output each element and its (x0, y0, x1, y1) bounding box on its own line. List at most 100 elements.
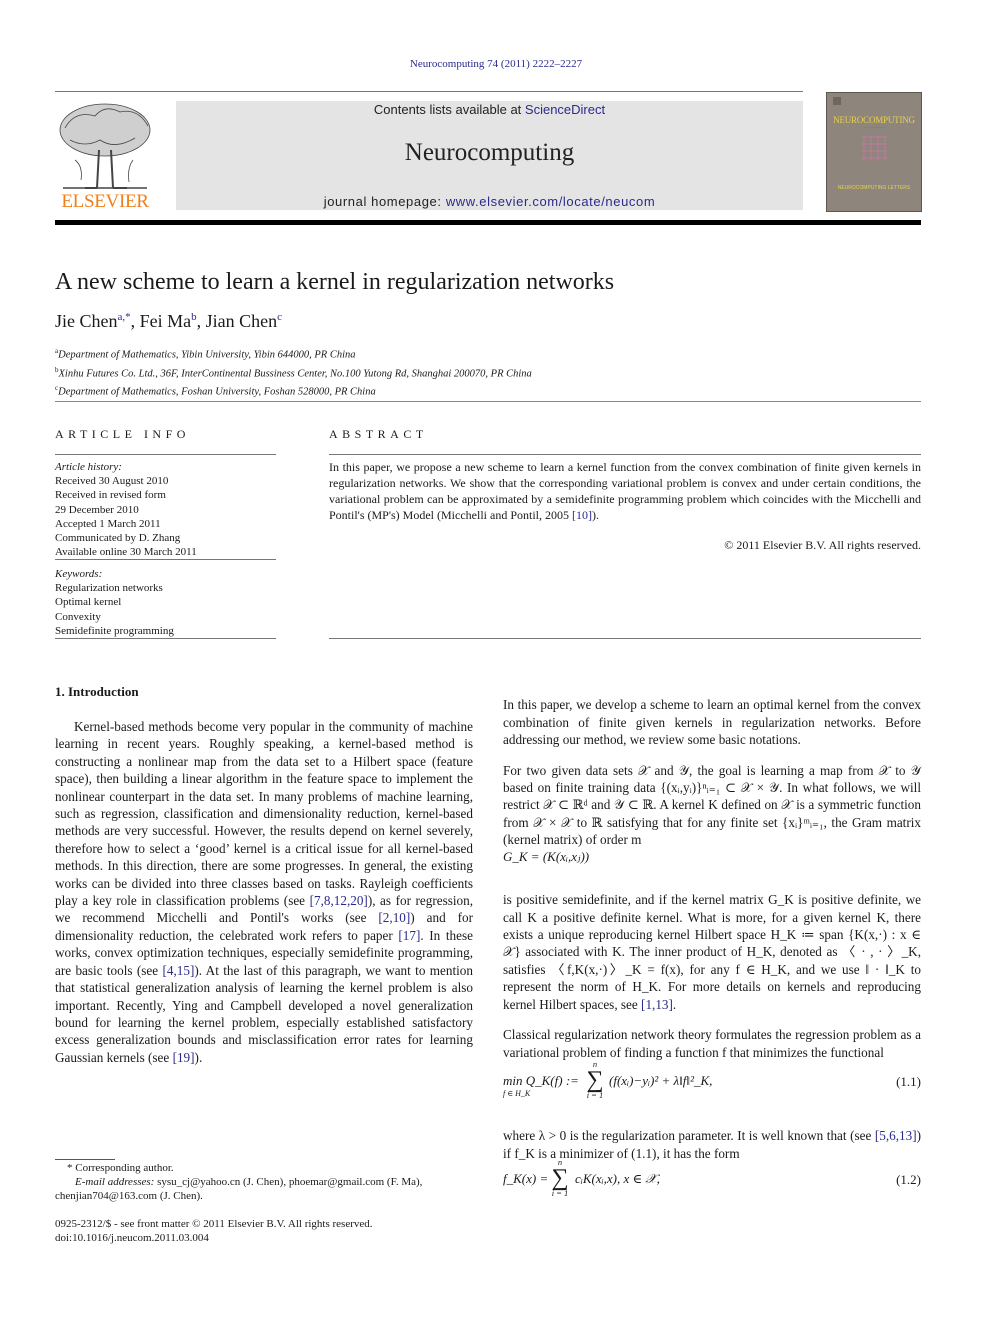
article-history: Article history: Received 30 August 2010… (55, 460, 280, 559)
equation-gram-matrix: G_K = (K(xᵢ,xⱼ)) (503, 849, 590, 864)
affiliation-item: cDepartment of Mathematics, Foshan Unive… (55, 381, 532, 400)
elsevier-wordmark: ELSEVIER (61, 191, 149, 212)
corresponding-author-note: * Corresponding author. (67, 1162, 174, 1174)
affiliation-item: bXinhu Futures Co. Ltd., 36F, InterConti… (55, 363, 532, 382)
header-top-rule (55, 91, 803, 92)
cover-subtitle: NEUROCOMPUTING LETTERS (837, 185, 911, 191)
affiliation-text: Department of Mathematics, Foshan Univer… (58, 386, 376, 398)
intro-paragraph: where λ > 0 is the regularization parame… (503, 1127, 921, 1162)
author-affiliation-marker[interactable]: a,* (118, 311, 131, 323)
abstract-rule (329, 454, 921, 455)
email-label: E-mail addresses: (75, 1176, 155, 1188)
abstract-text: In this paper, we propose a new scheme t… (329, 459, 921, 523)
abstract-copyright: © 2011 Elsevier B.V. All rights reserved… (724, 538, 921, 552)
reference-link[interactable]: [5,6,13] (875, 1128, 917, 1143)
header-thick-rule (55, 220, 921, 225)
intro-paragraph: For two given data sets 𝒳 and 𝒴, the goa… (503, 762, 921, 848)
cover-logo-icon (833, 97, 841, 105)
reference-link[interactable]: [7,8,12,20] (310, 893, 368, 908)
keyword-item: Optimal kernel (55, 596, 122, 609)
affiliations: aDepartment of Mathematics, Yibin Univer… (55, 344, 532, 400)
intro-paragraph: Kernel-based methods become very popular… (55, 718, 473, 1066)
journal-name: Neurocomputing (404, 139, 575, 166)
abstract-body-end: ). (592, 508, 599, 522)
history-item: Received in revised form (55, 489, 166, 502)
sciencedirect-link[interactable]: ScienceDirect (525, 102, 605, 117)
summation-symbol: n ∑ i = 1 (548, 1158, 572, 1198)
issn-line: 0925-2312/$ - see front matter © 2011 El… (55, 1218, 373, 1230)
keywords: Keywords: Regularization networks Optima… (55, 567, 280, 638)
text-run: is positive semidefinite, and if the ker… (503, 892, 921, 1012)
history-item: Available online 30 March 2011 (55, 546, 197, 559)
intro-right-column-mid: is positive semidefinite, and if the ker… (503, 878, 921, 1074)
author-name: Jie Chen (55, 311, 118, 331)
contents-prefix: Contents lists available at (373, 102, 525, 117)
eq-lhs: min Q_K(f) := (503, 1073, 579, 1088)
author-list: Jie Chena,*, Fei Mab, Jian Chenc (55, 311, 283, 331)
article-title: A new scheme to learn a kernel in regula… (55, 269, 615, 295)
article-info-rule (55, 638, 276, 639)
reference-link[interactable]: [19] (173, 1050, 195, 1065)
homepage-link[interactable]: www.elsevier.com/locate/neucom (446, 194, 655, 209)
cover-title: NEUROCOMPUTING (833, 115, 915, 125)
keyword-item: Semidefinite programming (55, 624, 174, 637)
equation-number: (1.2) (896, 1172, 921, 1187)
keyword-item: Regularization networks (55, 582, 163, 595)
author-name: Fei Ma (139, 311, 192, 331)
front-matter: 0925-2312/$ - see front matter © 2011 El… (55, 1217, 373, 1245)
reference-link[interactable]: [4,15] (162, 963, 194, 978)
intro-right-column-top: In this paper, we develop a scheme to le… (503, 683, 921, 862)
author-affiliation-marker[interactable]: b (191, 311, 197, 323)
section-heading-introduction: 1. Introduction (55, 684, 139, 699)
abstract-rule (329, 638, 921, 639)
footnotes: * Corresponding author. E-mail addresses… (55, 1161, 475, 1203)
history-item: Communicated by D. Zhang (55, 532, 181, 545)
history-item: Received 30 August 2010 (55, 475, 169, 488)
equation-1-1: min Q_K(f) := f ∈ H_K n ∑ i = 1 (f(xᵢ)−yᵢ)… (503, 1060, 921, 1104)
reference-link[interactable]: [10] (572, 508, 592, 522)
text-run: . (672, 996, 677, 1012)
footnote-rule (55, 1159, 115, 1160)
reference-link[interactable]: [1,13] (641, 997, 673, 1012)
article-info-rule (55, 454, 276, 455)
intro-paragraph: is positive semidefinite, and if the ker… (503, 891, 921, 1013)
equation-number: (1.1) (896, 1074, 921, 1089)
abstract-heading: ABSTRACT (329, 427, 428, 441)
section-rule (55, 401, 921, 402)
affiliation-text: Department of Mathematics, Yibin Univers… (58, 349, 356, 361)
author-name: Jian Chen (205, 311, 278, 331)
cover-divider (863, 127, 885, 128)
homepage-prefix: journal homepage: (323, 194, 446, 209)
history-item: Accepted 1 March 2011 (55, 517, 161, 530)
article-info-heading: ARTICLE INFO (55, 427, 190, 441)
author-affiliation-marker[interactable]: c (277, 311, 282, 323)
journal-cover-thumbnail[interactable]: NEUROCOMPUTING NEUROCOMPUTING LETTERS (826, 92, 922, 212)
history-item: 29 December 2010 (55, 503, 139, 516)
affiliation-text: Xinhu Futures Co. Ltd., 36F, InterContin… (58, 368, 532, 379)
reference-link[interactable]: [2,10] (378, 910, 410, 925)
history-label: Article history: (55, 461, 122, 473)
doi-line[interactable]: doi:10.1016/j.neucom.2011.03.004 (55, 1231, 373, 1245)
affiliation-item: aDepartment of Mathematics, Yibin Univer… (55, 344, 532, 363)
equation-1-2: f_K(x) = n ∑ i = 1 cᵢK(xᵢ,x), x ∈ 𝒳, (1.2) (503, 1158, 921, 1202)
text-run: ). (194, 1049, 203, 1065)
keywords-label: Keywords: (55, 568, 103, 580)
intro-paragraph: In this paper, we develop a scheme to le… (503, 697, 921, 747)
eq-lhs-subscript: f ∈ H_K (503, 1089, 531, 1098)
text-run: where λ > 0 is the regularization parame… (503, 1128, 875, 1144)
eq-lhs: f_K(x) = (503, 1171, 549, 1186)
journal-citation[interactable]: Neurocomputing 74 (2011) 2222–2227 (0, 58, 992, 70)
cover-grid-graphic-icon (861, 135, 887, 161)
summation-symbol: n ∑ i = 1 (583, 1060, 607, 1100)
intro-left-column: Kernel-based methods become very popular… (55, 718, 473, 1066)
contents-available-line: Contents lists available at ScienceDirec… (176, 102, 803, 117)
email-note: E-mail addresses: sysu_cj@yahoo.cn (J. C… (55, 1175, 475, 1203)
keyword-item: Convexity (55, 610, 101, 623)
text-run: Kernel-based methods become very popular… (55, 719, 473, 909)
eq-rhs: cᵢK(xᵢ,x), x ∈ 𝒳, (575, 1171, 660, 1186)
reference-link[interactable]: [17] (398, 928, 420, 943)
eq-rhs: (f(xᵢ)−yᵢ)² + λ‖f‖²_K, (609, 1073, 713, 1088)
journal-homepage-line: journal homepage: www.elsevier.com/locat… (176, 194, 803, 209)
intro-paragraph: Classical regularization network theory … (503, 1027, 921, 1060)
abstract-body: In this paper, we propose a new scheme t… (329, 460, 921, 522)
